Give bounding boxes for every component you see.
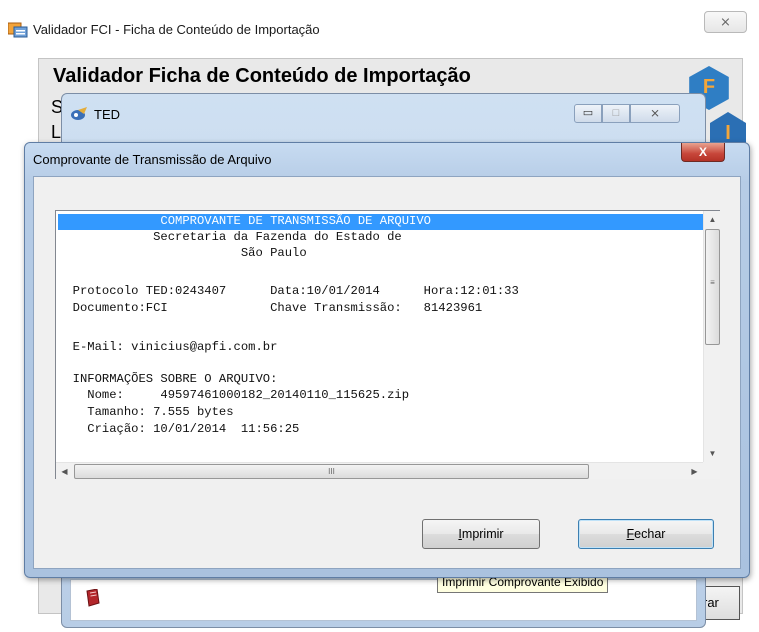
receipt-line-nome: Nome: 49597461000182_20140110_115625.zip xyxy=(58,388,410,402)
grip-icon: ≡ xyxy=(710,278,715,287)
ted-minimize-button[interactable]: ▭ xyxy=(574,104,602,123)
scroll-right-arrow-icon[interactable]: ▶ xyxy=(686,463,703,480)
close-label: echar xyxy=(634,527,666,541)
page-title: Validador Ficha de Conteúdo de Importaçã… xyxy=(53,65,471,87)
ted-close-button[interactable]: ⨯ xyxy=(630,104,680,123)
horizontal-scrollbar[interactable]: ◀ III ▶ xyxy=(56,462,703,479)
vertical-scrollbar[interactable]: ▲ ≡ ▼ xyxy=(703,211,720,462)
minimize-icon: ▭ xyxy=(582,107,594,119)
dialog-close-button[interactable]: X xyxy=(681,143,725,162)
receipt-line-secretaria: Secretaria da Fazenda do Estado de xyxy=(58,230,402,244)
receipt-line-tamanho: Tamanho: 7.555 bytes xyxy=(58,405,234,419)
app-form-icon xyxy=(8,22,28,38)
maximize-icon: □ xyxy=(612,107,620,119)
grip-icon: III xyxy=(328,467,335,476)
receipt-content[interactable]: COMPROVANTE DE TRANSMISSÃO DE ARQUIVO Se… xyxy=(56,211,703,462)
close-button[interactable]: Fechar xyxy=(578,519,714,549)
close-icon: ⨯ xyxy=(720,14,731,29)
scroll-corner xyxy=(703,462,720,479)
ted-maximize-button[interactable]: □ xyxy=(602,104,630,123)
receipt-dialog: Comprovante de Transmissão de Arquivo X … xyxy=(24,142,750,578)
partial-label-l: L xyxy=(51,122,62,142)
receipt-line-title: COMPROVANTE DE TRANSMISSÃO DE ARQUIVO xyxy=(58,214,431,228)
print-label: mprimir xyxy=(461,527,504,541)
main-titlebar: Validador FCI - Ficha de Conteúdo de Imp… xyxy=(0,0,759,40)
receipt-text-box[interactable]: COMPROVANTE DE TRANSMISSÃO DE ARQUIVO Se… xyxy=(55,210,720,479)
dialog-body: COMPROVANTE DE TRANSMISSÃO DE ARQUIVO Se… xyxy=(33,176,741,569)
scroll-up-arrow-icon[interactable]: ▲ xyxy=(704,211,721,228)
book-icon[interactable] xyxy=(85,589,101,607)
scroll-left-arrow-icon[interactable]: ◀ xyxy=(56,463,73,480)
close-icon: ⨯ xyxy=(649,106,661,120)
dialog-title: Comprovante de Transmissão de Arquivo xyxy=(33,152,272,167)
scroll-down-arrow-icon[interactable]: ▼ xyxy=(704,445,721,462)
receipt-line-criacao: Criação: 10/01/2014 11:56:25 xyxy=(58,422,300,436)
close-icon: X xyxy=(698,145,707,159)
receipt-line-estado: São Paulo xyxy=(58,246,307,260)
main-close-button[interactable]: ⨯ xyxy=(704,11,747,33)
window-title: Validador FCI - Ficha de Conteúdo de Imp… xyxy=(33,22,320,37)
ted-app-icon xyxy=(71,107,87,120)
receipt-line-documento: Documento:FCI Chave Transmissão: 8142396… xyxy=(58,301,483,315)
horizontal-scroll-thumb[interactable]: III xyxy=(74,464,589,479)
receipt-line-info-heading: INFORMAÇÕES SOBRE O ARQUIVO: xyxy=(58,372,278,386)
receipt-line-protocolo: Protocolo TED:0243407 Data:10/01/2014 Ho… xyxy=(58,284,519,298)
vertical-scroll-thumb[interactable]: ≡ xyxy=(705,229,720,345)
print-button[interactable]: Imprimir xyxy=(422,519,540,549)
receipt-line-email: E-Mail: vinicius@apfi.com.br xyxy=(58,340,278,354)
ted-window-title: TED xyxy=(94,107,120,122)
